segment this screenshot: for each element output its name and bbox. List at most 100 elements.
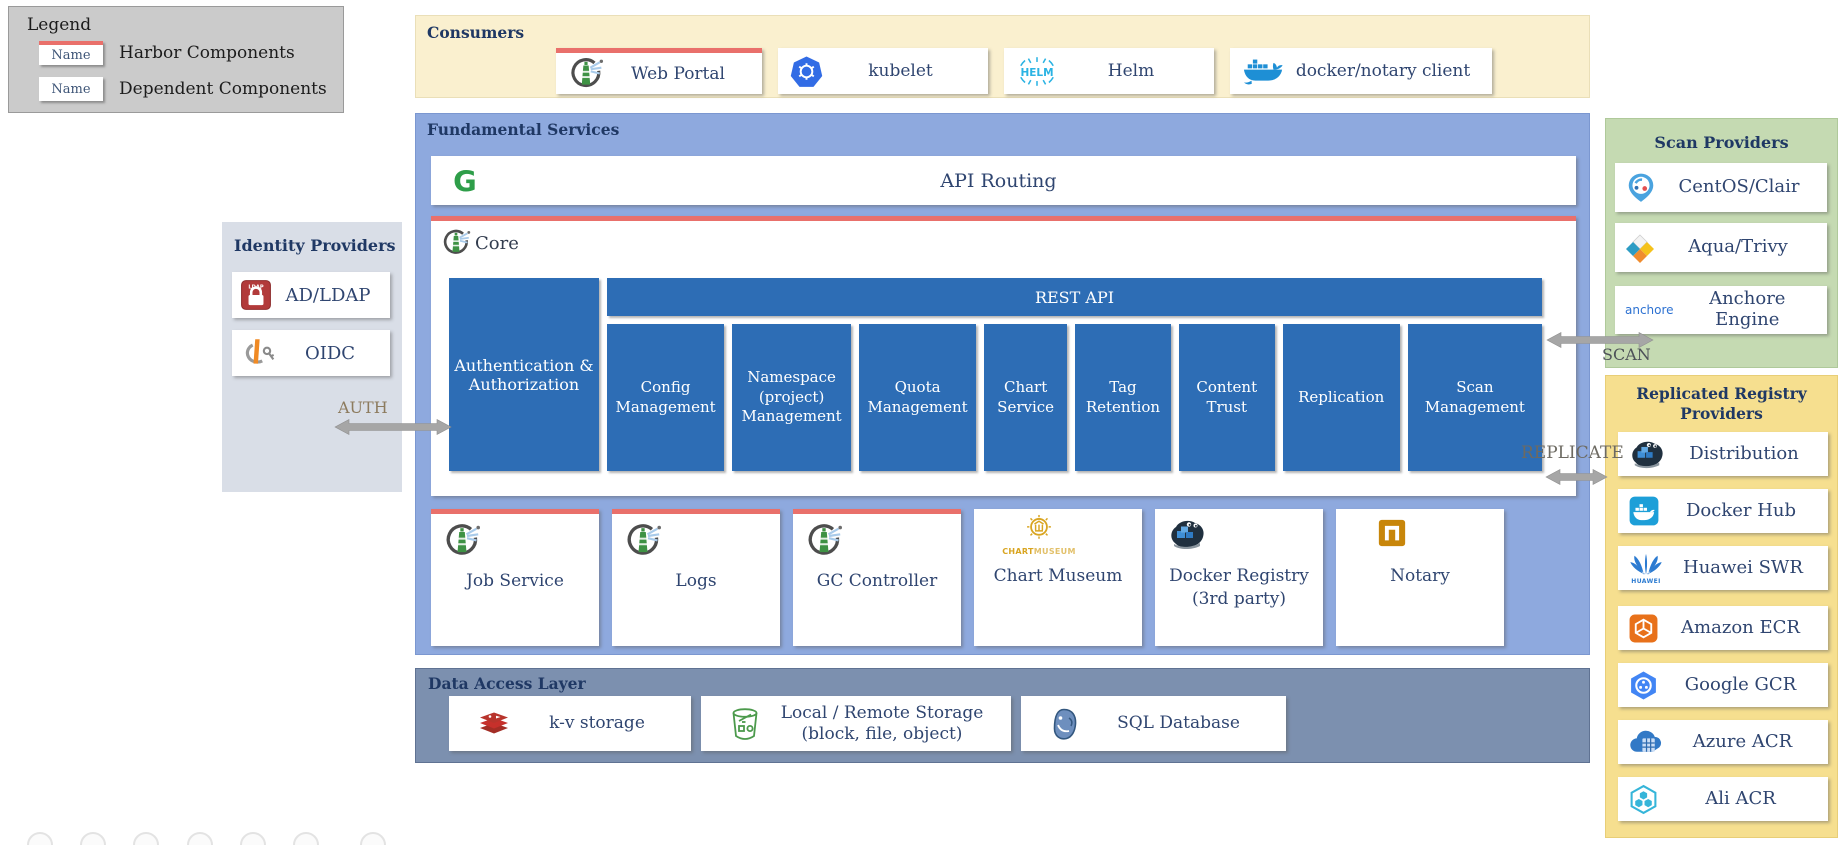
registry-distribution: Distribution bbox=[1618, 432, 1828, 476]
replicated-registry-providers-panel: Replicated Registry Providers Distributi… bbox=[1605, 375, 1838, 838]
registry-amazon-ecr: Amazon ECR bbox=[1618, 606, 1828, 650]
service-label-line1: Docker Registry bbox=[1155, 565, 1323, 588]
docker-whale-icon bbox=[1242, 56, 1284, 87]
core-label: Core bbox=[475, 233, 519, 254]
registry-azure-acr: Azure ACR bbox=[1618, 720, 1828, 764]
legend-label: Dependent Components bbox=[119, 79, 327, 99]
data-label-line1: Local / Remote Storage bbox=[761, 703, 1003, 723]
service-logs: Logs bbox=[612, 509, 780, 646]
service-label: GC Controller bbox=[793, 570, 961, 593]
service-label: Job Service bbox=[431, 570, 599, 593]
openid-icon bbox=[240, 337, 276, 369]
registry-google-gcr: Google GCR bbox=[1618, 663, 1828, 707]
registry-docker-hub: Docker Hub bbox=[1618, 489, 1828, 533]
registry-label: Azure ACR bbox=[1663, 732, 1822, 753]
scan-label: Aqua/Trivy bbox=[1655, 237, 1821, 258]
module-content-trust: Content Trust bbox=[1179, 324, 1275, 471]
core-modules-row: Config Management Namespace (project) Ma… bbox=[607, 324, 1542, 471]
harbor-architecture-diagram: Legend Name Harbor Components Name Depen… bbox=[0, 0, 1838, 845]
fundamental-services-title: Fundamental Services bbox=[427, 120, 619, 139]
registry-ali-acr: Ali ACR bbox=[1618, 777, 1828, 821]
scan-label: CentOS/Clair bbox=[1657, 177, 1821, 198]
docker-hub-icon bbox=[1628, 495, 1660, 527]
registry-huawei-swr: HUAWEI Huawei SWR bbox=[1618, 546, 1828, 590]
cut-off-circle bbox=[293, 832, 319, 845]
module-authentication-authorization: Authentication & Authorization bbox=[449, 278, 599, 471]
postgresql-icon bbox=[1049, 708, 1079, 740]
scan-arrow-label: SCAN bbox=[1602, 345, 1651, 364]
data-label: k-v storage bbox=[511, 713, 683, 733]
identity-label: OIDC bbox=[276, 343, 384, 364]
scan-label: Anchore Engine bbox=[1674, 289, 1821, 330]
cut-off-circle bbox=[133, 832, 159, 845]
registry-label: Distribution bbox=[1666, 444, 1822, 465]
consumer-helm: Helm bbox=[1004, 48, 1214, 94]
identity-label: AD/LDAP bbox=[272, 285, 384, 306]
api-routing-label: API Routing bbox=[481, 170, 1516, 192]
legend-label: Harbor Components bbox=[119, 43, 295, 63]
auth-arrow-label: AUTH bbox=[338, 398, 388, 417]
chartmuseum-wordmark-light: MUSEUM bbox=[1034, 547, 1076, 556]
data-local-remote-storage: Local / Remote Storage (block, file, obj… bbox=[701, 696, 1011, 751]
service-label-line2: (3rd party) bbox=[1155, 588, 1323, 611]
huawei-icon: HUAWEI bbox=[1628, 552, 1664, 585]
harbor-icon bbox=[568, 56, 604, 92]
cut-off-circle bbox=[360, 832, 386, 845]
module-chart-service: Chart Service bbox=[984, 324, 1067, 471]
service-chart-museum: CHARTMUSEUM Chart Museum bbox=[974, 509, 1142, 646]
consumer-web-portal: Web Portal bbox=[556, 48, 762, 94]
trivy-icon bbox=[1625, 233, 1655, 263]
legend-chip-sample: Name bbox=[51, 82, 90, 97]
service-gc-controller: GC Controller bbox=[793, 509, 961, 646]
service-docker-registry: Docker Registry (3rd party) bbox=[1155, 509, 1323, 646]
identity-ad-ldap: AD/LDAP bbox=[232, 272, 390, 318]
data-access-layer-title: Data Access Layer bbox=[428, 674, 586, 693]
module-replication: Replication bbox=[1283, 324, 1400, 471]
scan-centos-clair: CentOS/Clair bbox=[1615, 163, 1827, 212]
legend-chip-dependent: Name bbox=[39, 77, 103, 101]
identity-oidc: OIDC bbox=[232, 330, 390, 376]
consumer-kubelet: kubelet bbox=[778, 48, 988, 94]
service-job-service: Job Service bbox=[431, 509, 599, 646]
core-header: Core bbox=[441, 228, 519, 258]
clair-icon bbox=[1625, 172, 1657, 204]
consumer-label: Helm bbox=[1058, 61, 1204, 81]
legend-chip-harbor: Name bbox=[39, 41, 103, 65]
scan-aqua-trivy: Aqua/Trivy bbox=[1615, 223, 1827, 272]
legend-row-dependent: Name Dependent Components bbox=[39, 77, 327, 101]
consumer-docker-notary-client: docker/notary client bbox=[1230, 48, 1492, 94]
chartmuseum-icon: CHARTMUSEUM bbox=[984, 513, 1094, 556]
harbor-icon bbox=[441, 228, 471, 258]
helm-icon bbox=[1016, 55, 1058, 88]
azure-acr-icon bbox=[1628, 728, 1663, 757]
data-label: SQL Database bbox=[1079, 713, 1278, 733]
chartmuseum-wordmark-strong: CHART bbox=[1002, 547, 1034, 556]
scan-anchore-engine: anchore Anchore Engine bbox=[1615, 286, 1827, 334]
registry-label: Amazon ECR bbox=[1659, 618, 1822, 639]
module-config-management: Config Management bbox=[607, 324, 724, 471]
harbor-icon bbox=[443, 522, 481, 560]
legend-row-harbor: Name Harbor Components bbox=[39, 41, 295, 65]
cut-off-circle bbox=[80, 832, 106, 845]
service-notary: Notary bbox=[1336, 509, 1504, 646]
anchore-wordmark-icon: anchore bbox=[1625, 303, 1674, 317]
huawei-wordmark: HUAWEI bbox=[1628, 579, 1664, 585]
registry-label: Docker Hub bbox=[1660, 501, 1822, 522]
scan-providers-title: Scan Providers bbox=[1606, 133, 1837, 152]
storage-bucket-icon bbox=[729, 707, 761, 741]
replicate-arrow-label: REPLICATE bbox=[1521, 443, 1624, 463]
docker-distribution-icon bbox=[1628, 438, 1666, 470]
data-kv-storage: k-v storage bbox=[449, 696, 691, 751]
consumer-label: Web Portal bbox=[604, 64, 752, 84]
registry-label: Huawei SWR bbox=[1664, 558, 1822, 579]
service-label: Docker Registry (3rd party) bbox=[1155, 565, 1323, 611]
service-label: Notary bbox=[1336, 565, 1504, 588]
cut-off-circle bbox=[240, 832, 266, 845]
fundamental-services-panel: Fundamental Services API Routing Core Au… bbox=[415, 113, 1590, 655]
consumer-label: docker/notary client bbox=[1284, 61, 1482, 81]
amazon-ecr-icon bbox=[1628, 613, 1659, 644]
data-label-line2: (block, file, object) bbox=[761, 724, 1003, 744]
cut-off-circle bbox=[27, 832, 53, 845]
data-label: Local / Remote Storage (block, file, obj… bbox=[761, 703, 1003, 744]
beego-g-icon bbox=[449, 165, 481, 197]
